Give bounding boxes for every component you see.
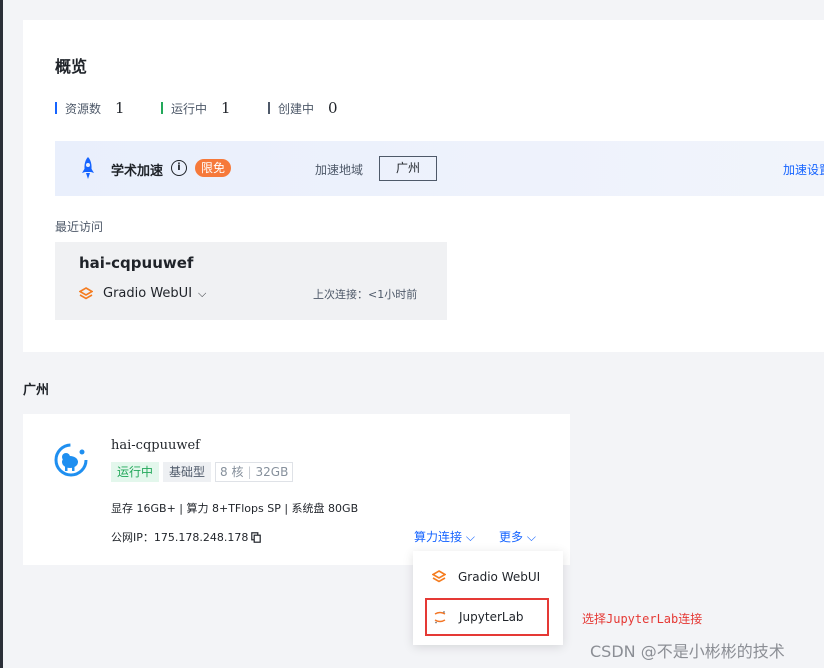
overview-card: 概览 资源数 1 运行中 1 创建中 0 学术加速 i 限免 加速地域 广州 加… bbox=[23, 20, 824, 352]
menu-item-label: Gradio WebUI bbox=[458, 570, 541, 584]
info-icon[interactable]: i bbox=[171, 160, 187, 176]
stat-value: 1 bbox=[115, 99, 125, 117]
recent-instance-card[interactable]: hai-cqpuuwef Gradio WebUI ⌵ 上次连接：<1小时前 bbox=[55, 242, 447, 320]
instance-specs: 显存 16GB+ | 算力 8+TFlops SP | 系统盘 80GB bbox=[111, 502, 359, 515]
ip-label: 公网IP： bbox=[111, 531, 154, 544]
type-badge: 基础型 bbox=[163, 462, 212, 482]
window-left-edge bbox=[0, 0, 3, 668]
stat-label: 创建中 bbox=[278, 101, 315, 116]
academic-acceleration-banner: 学术加速 i 限免 加速地域 广州 加速设置 bbox=[55, 141, 824, 196]
acceleration-title: 学术加速 bbox=[111, 164, 164, 179]
chevron-down-icon: ⌵ bbox=[198, 286, 207, 300]
cores-value: 8 核 bbox=[220, 465, 244, 479]
compute-connect-button[interactable]: 算力连接 ⌵ bbox=[414, 528, 475, 545]
status-badge: 运行中 bbox=[111, 462, 160, 482]
stat-creating: 创建中 0 bbox=[268, 99, 338, 117]
ip-value: 175.178.248.178 bbox=[153, 530, 249, 544]
recent-access-label: 最近访问 bbox=[55, 220, 104, 234]
more-button[interactable]: 更多 ⌵ bbox=[499, 528, 536, 545]
recent-instance-name: hai-cqpuuwef bbox=[79, 254, 194, 272]
connect-dropdown-menu: Gradio WebUI JupyterLab bbox=[413, 551, 563, 645]
last-connect-time: 上次连接：<1小时前 bbox=[313, 288, 418, 301]
stat-running: 运行中 1 bbox=[161, 99, 231, 117]
menu-item-gradio-webui[interactable]: Gradio WebUI bbox=[413, 559, 563, 595]
stat-indicator bbox=[268, 102, 270, 114]
stat-label: 运行中 bbox=[171, 101, 208, 116]
stat-value: 0 bbox=[328, 99, 338, 117]
rocket-icon bbox=[82, 157, 94, 179]
menu-item-label: JupyterLab bbox=[459, 610, 524, 624]
gradio-icon bbox=[79, 286, 93, 299]
menu-item-jupyterlab[interactable]: JupyterLab bbox=[425, 598, 549, 636]
spec-badge: 8 核 | 32GB bbox=[215, 462, 294, 482]
acceleration-settings-link[interactable]: 加速设置 bbox=[783, 161, 824, 178]
instance-card: hai-cqpuuwef 运行中 基础型 8 核 | 32GB 显存 16GB+ |… bbox=[23, 414, 570, 565]
instance-tags: 运行中 基础型 8 核 | 32GB bbox=[111, 462, 297, 482]
recent-app-name: Gradio WebUI bbox=[103, 286, 193, 301]
region-heading: 广州 bbox=[23, 383, 50, 398]
jupyter-icon bbox=[434, 611, 446, 624]
stat-value: 1 bbox=[221, 99, 231, 117]
stat-indicator bbox=[55, 102, 57, 114]
instance-logo-icon bbox=[54, 443, 88, 477]
stat-resources: 资源数 1 bbox=[55, 99, 125, 117]
stat-indicator bbox=[161, 102, 163, 114]
copy-icon[interactable] bbox=[251, 531, 262, 543]
stat-label: 资源数 bbox=[65, 101, 102, 116]
gradio-icon bbox=[432, 570, 446, 583]
region-select[interactable]: 广州 bbox=[379, 156, 437, 181]
annotation-text: 选择JupyterLab连接 bbox=[582, 612, 703, 626]
instance-name: hai-cqpuuwef bbox=[111, 438, 200, 453]
region-label: 加速地域 bbox=[315, 163, 364, 177]
recent-app-select[interactable]: Gradio WebUI ⌵ bbox=[79, 286, 206, 301]
public-ip: 公网IP： 175.178.248.178 bbox=[111, 529, 262, 545]
free-badge: 限免 bbox=[195, 159, 232, 177]
memory-value: 32GB bbox=[255, 465, 289, 479]
watermark: CSDN @不是小彬彬的技术 bbox=[590, 642, 785, 661]
overview-title: 概览 bbox=[55, 57, 88, 76]
